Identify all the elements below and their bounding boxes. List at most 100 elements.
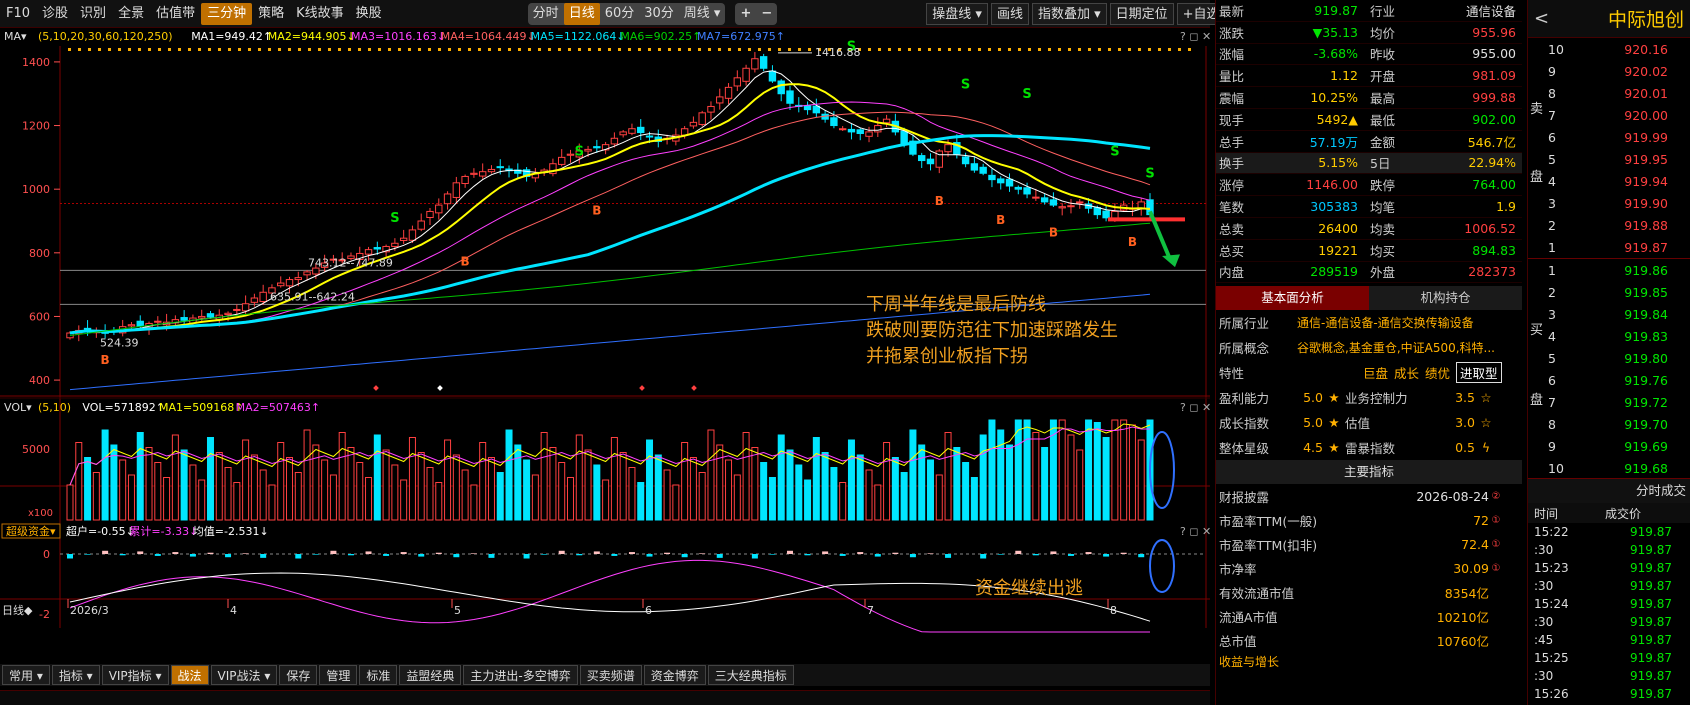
quote-label: 开盘 bbox=[1370, 69, 1396, 85]
tab-kstory[interactable]: K线故事 bbox=[290, 3, 350, 25]
signal-dot bbox=[308, 48, 311, 51]
indicator-tab[interactable]: 战法 bbox=[170, 665, 209, 685]
quote-row: 最新 919.87 行业 通信设备 bbox=[1216, 0, 1522, 22]
feature-tag[interactable]: 绩优 bbox=[1425, 363, 1450, 382]
bid-row[interactable]: 4 919.83 bbox=[1542, 325, 1690, 347]
fund-bar bbox=[681, 554, 688, 558]
indicator-name[interactable]: VOL▾ bbox=[4, 401, 32, 414]
panel-buttons[interactable]: ? ◻ ✕ bbox=[1180, 401, 1211, 414]
tab-strategy[interactable]: 策略 bbox=[252, 3, 290, 25]
ask-row[interactable]: 2 919.88 bbox=[1542, 214, 1690, 236]
tab-identify[interactable]: 识別 bbox=[74, 3, 112, 25]
feature-tag[interactable]: 成长 bbox=[1394, 363, 1419, 382]
tab-f10[interactable]: F10 bbox=[0, 3, 36, 25]
feature-tag[interactable]: 巨盘 bbox=[1363, 363, 1388, 382]
tab-overview[interactable]: 全景 bbox=[112, 3, 150, 25]
industry-label: 所属行业 bbox=[1219, 316, 1270, 332]
ask-row[interactable]: 7 920.00 bbox=[1542, 104, 1690, 126]
indicator-tab[interactable]: 常用 ▾ bbox=[2, 665, 50, 685]
bid-row[interactable]: 9 919.69 bbox=[1542, 435, 1690, 457]
indicator-tab[interactable]: 指标 ▾ bbox=[51, 665, 100, 685]
signal-dot bbox=[338, 48, 341, 51]
zoom-in-button[interactable]: + bbox=[735, 3, 756, 25]
quote-label: 换手 bbox=[1219, 156, 1245, 172]
signal-dot bbox=[1038, 48, 1041, 51]
volume-bar bbox=[575, 434, 583, 521]
tick-price: 919.87 bbox=[1630, 597, 1672, 611]
ask-row[interactable]: 1 919.87 bbox=[1542, 236, 1690, 258]
analysis-tab[interactable]: 机构持仓 bbox=[1369, 286, 1522, 311]
indicator-tab[interactable]: 资金博弈 bbox=[643, 665, 706, 685]
bid-row[interactable]: 6 919.76 bbox=[1542, 369, 1690, 391]
concept-value[interactable]: 谷歌概念,基金重仓,中证A500,科特... bbox=[1297, 339, 1519, 356]
signal-dot bbox=[1058, 48, 1061, 51]
signal-dot bbox=[728, 48, 731, 51]
signal-dot bbox=[88, 48, 91, 51]
volume-bar bbox=[663, 469, 671, 521]
rating-label: 成长指数 bbox=[1219, 416, 1270, 432]
date-axis-label[interactable]: 日线◆ bbox=[2, 603, 33, 617]
period-option[interactable]: 60分 bbox=[600, 3, 640, 25]
toolbar-right-button[interactable]: 操盘线 ▾ bbox=[926, 2, 988, 25]
tab-switch[interactable]: 换股 bbox=[350, 3, 388, 25]
indicator-tab[interactable]: 管理 bbox=[319, 665, 358, 685]
chart-svg[interactable]: MA▾ (5,10,20,30,60,120,250) MA1=949.42↑MA2… bbox=[0, 28, 1211, 650]
signal-dot bbox=[108, 48, 111, 51]
indicator-tab[interactable]: 益盟经典 bbox=[399, 665, 462, 685]
bid-row[interactable]: 8 919.70 bbox=[1542, 413, 1690, 435]
signal-dot bbox=[808, 48, 811, 51]
bid-row[interactable]: 10 919.68 bbox=[1542, 457, 1690, 479]
indicator-row: 总市值 10760亿 bbox=[1216, 628, 1522, 652]
indicator-tab[interactable]: VIP战法 ▾ bbox=[210, 665, 278, 685]
bid-row[interactable]: 7 919.72 bbox=[1542, 391, 1690, 413]
analysis-tab[interactable]: 基本面分析 bbox=[1216, 286, 1369, 311]
indicator-tab[interactable]: 标准 bbox=[359, 665, 398, 685]
bid-row[interactable]: 5 919.80 bbox=[1542, 347, 1690, 369]
bid-row[interactable]: 2 919.85 bbox=[1542, 281, 1690, 303]
toolbar-right-button[interactable]: 画线 bbox=[990, 2, 1029, 25]
indicator-tab[interactable]: 保存 bbox=[279, 665, 318, 685]
toolbar-right-button[interactable]: 指数叠加 ▾ bbox=[1031, 2, 1107, 25]
ask-row[interactable]: 8 920.01 bbox=[1542, 82, 1690, 104]
zoom-out-button[interactable]: − bbox=[756, 3, 777, 25]
indicator-tab[interactable]: 买卖频谱 bbox=[579, 665, 642, 685]
period-option[interactable]: 分时 bbox=[528, 3, 564, 25]
signal-dot bbox=[718, 48, 721, 51]
indicator-name[interactable]: 超级资金▾ bbox=[6, 524, 56, 538]
tab-three[interactable]: 三分钟 bbox=[201, 2, 253, 25]
period-option[interactable]: 30分 bbox=[639, 3, 679, 25]
fund-bar bbox=[558, 550, 565, 554]
kline-chart-area[interactable]: MA▾ (5,10,20,30,60,120,250) MA1=949.42↑ MA2… bbox=[0, 28, 1211, 650]
growth-link[interactable]: 收益与增长 bbox=[1216, 652, 1522, 670]
tab-valuation[interactable]: 估值带 bbox=[150, 3, 201, 25]
indicator-value: 均值=-2.531↓ bbox=[193, 525, 269, 538]
bid-row[interactable]: 3 919.84 bbox=[1542, 303, 1690, 325]
indicator-tab[interactable]: VIP指标 ▾ bbox=[101, 665, 169, 685]
ask-row[interactable]: 6 919.99 bbox=[1542, 126, 1690, 148]
panel-buttons[interactable]: ? ◻ ✕ bbox=[1180, 30, 1211, 43]
indicator-tab[interactable]: 三大经典指标 bbox=[707, 665, 794, 685]
fund-bar bbox=[1138, 554, 1145, 558]
back-icon[interactable]: < bbox=[1534, 8, 1549, 29]
period-option[interactable]: 日线 bbox=[563, 2, 600, 25]
indicator-tab[interactable]: 主力进出-多空博弈 bbox=[463, 665, 578, 685]
volume-bar bbox=[839, 482, 847, 521]
feature-tag[interactable]: 进取型 bbox=[1456, 362, 1502, 384]
bid-row[interactable]: 1 919.86 bbox=[1542, 259, 1690, 281]
ask-row[interactable]: 10 920.16 bbox=[1542, 38, 1690, 60]
ask-row[interactable]: 3 919.90 bbox=[1542, 192, 1690, 214]
period-option[interactable]: 周线 ▾ bbox=[679, 3, 726, 25]
price-tick: 800 bbox=[29, 247, 50, 260]
indicator-value: MA5=1122.064↓ bbox=[531, 30, 626, 43]
toolbar-right-button[interactable]: 日期定位 bbox=[1109, 2, 1174, 25]
date-tick: 7 bbox=[867, 604, 874, 617]
industry-value[interactable]: 通信-通信设备-通信交换传输设备 bbox=[1297, 314, 1474, 331]
indicator-name[interactable]: MA▾ bbox=[4, 30, 27, 43]
ask-row[interactable]: 9 920.02 bbox=[1542, 60, 1690, 82]
ask-row[interactable]: 4 919.94 bbox=[1542, 170, 1690, 192]
indicator-value: MA3=1016.163↓ bbox=[351, 30, 446, 43]
bid-price: 919.76 bbox=[1624, 372, 1668, 388]
tab-diagnose[interactable]: 诊股 bbox=[36, 3, 74, 25]
ask-row[interactable]: 5 919.95 bbox=[1542, 148, 1690, 170]
panel-buttons[interactable]: ? ◻ ✕ bbox=[1180, 525, 1211, 538]
